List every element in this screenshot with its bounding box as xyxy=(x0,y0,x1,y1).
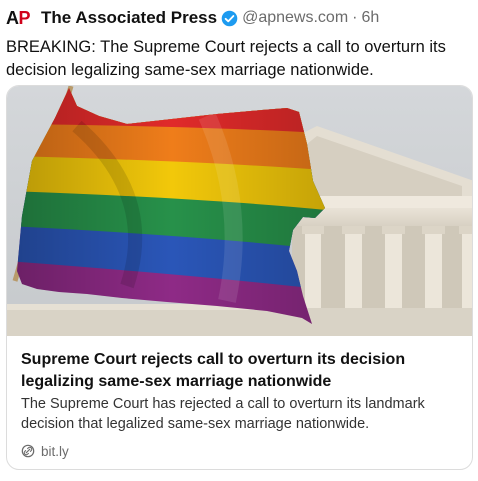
card-description: The Supreme Court has rejected a call to… xyxy=(21,396,425,432)
ap-logo-p: P xyxy=(18,7,31,28)
card-source-domain: bit.ly xyxy=(41,443,69,459)
author-name[interactable]: The Associated Press xyxy=(41,8,217,28)
link-preview-card[interactable]: Supreme Court rejects call to overturn i… xyxy=(6,85,473,470)
card-source[interactable]: bit.ly xyxy=(21,442,69,460)
post-header: AP The Associated Press @apnews.com · 6h xyxy=(6,7,472,29)
ap-logo-a: A xyxy=(6,7,19,28)
verified-badge-icon xyxy=(221,10,238,26)
link-icon xyxy=(21,444,35,458)
ap-logo[interactable]: AP xyxy=(6,8,30,29)
author-handle[interactable]: @apnews.com xyxy=(242,9,348,27)
post-text: BREAKING: The Supreme Court rejects a ca… xyxy=(6,38,446,79)
separator-dot: · xyxy=(352,9,358,26)
post-timestamp[interactable]: 6h xyxy=(361,9,379,27)
pride-flag-supreme-court-image[interactable] xyxy=(7,86,473,336)
card-title[interactable]: Supreme Court rejects call to overturn i… xyxy=(21,349,461,393)
